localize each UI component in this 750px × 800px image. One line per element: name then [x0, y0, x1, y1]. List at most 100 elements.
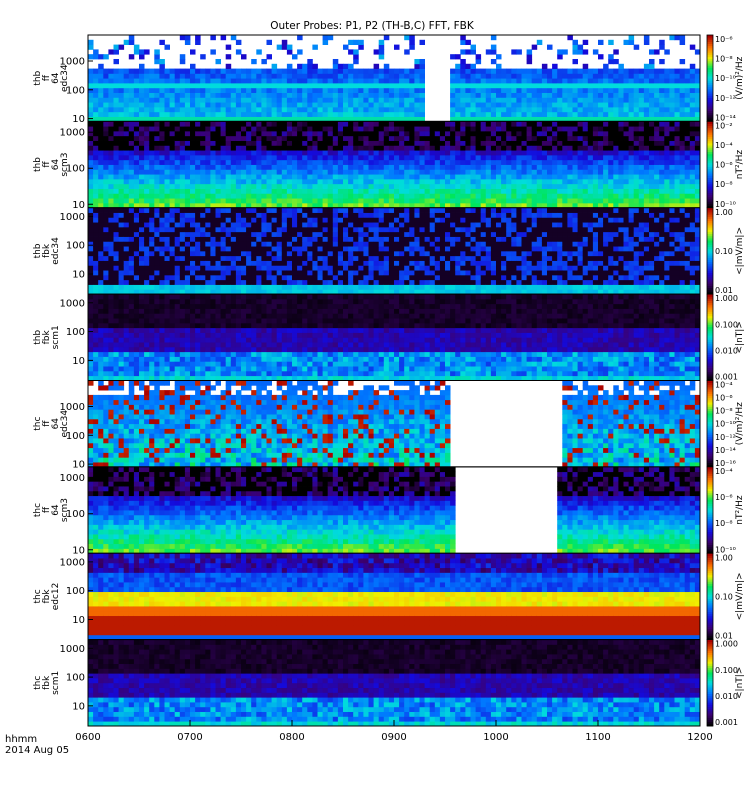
spectrogram-cell [251, 102, 257, 108]
spectrogram-cell [312, 87, 318, 93]
spectrogram-cell [256, 164, 262, 170]
spectrogram-cell [649, 159, 655, 165]
spectrogram-cell [251, 150, 257, 156]
spectrogram-cell [608, 111, 614, 117]
spectrogram-cell [480, 140, 487, 146]
spectrogram-cell [383, 145, 390, 151]
spectrogram-cell [383, 126, 390, 132]
spectrogram-cell [643, 183, 650, 189]
spectrogram-cell [490, 106, 497, 113]
spectrogram-cell [475, 106, 482, 113]
spectrogram-cell [628, 159, 635, 165]
spectrogram-cell [159, 207, 165, 213]
spectrogram-cell [159, 73, 165, 79]
spectrogram-cell [353, 193, 359, 199]
spectrogram-cell [572, 126, 578, 132]
spectrogram-cell [169, 226, 176, 233]
spectrogram-cell [139, 130, 145, 137]
spectrogram-cell [572, 183, 578, 189]
spectrogram-cell [353, 82, 359, 89]
spectrogram-cell [470, 73, 476, 79]
spectrogram-cell [439, 140, 446, 146]
spectrogram-cell [195, 164, 201, 170]
spectrogram-cell [383, 255, 390, 261]
spectrogram-cell [394, 154, 400, 161]
spectrogram-cell [567, 145, 573, 151]
spectrogram-cell [113, 126, 119, 132]
spectrogram-cell [485, 159, 492, 165]
spectrogram-cell [292, 246, 298, 252]
spectrogram-cell [103, 270, 109, 276]
spectrogram-cell [128, 126, 135, 132]
spectrogram-cell [235, 169, 242, 175]
spectrogram-cell [628, 145, 635, 151]
spectrogram-cell [562, 106, 568, 113]
spectrogram-cell [501, 174, 507, 180]
spectrogram-cell [526, 121, 533, 127]
spectrogram-cell [643, 188, 650, 194]
spectrogram-cell [511, 106, 517, 113]
spectrogram-cell [241, 121, 247, 127]
spectrogram-cell [118, 92, 125, 98]
spectrogram-cell [562, 145, 568, 151]
spectrogram-cell [103, 111, 109, 117]
spectrogram-cell [526, 106, 533, 113]
spectrogram-cell [174, 183, 181, 189]
spectrogram-cell [511, 126, 517, 132]
spectrogram-cell [455, 164, 461, 170]
spectrogram-cell [669, 126, 675, 132]
spectrogram-cell [348, 135, 354, 141]
spectrogram-cell [225, 121, 232, 127]
spectrogram-cell [455, 73, 461, 79]
spectrogram-cell [404, 135, 410, 141]
spectrogram-cell [368, 250, 374, 257]
spectrogram-cell [133, 169, 140, 175]
spectrogram-cell [531, 130, 538, 137]
spectrogram-cell [592, 97, 599, 103]
spectrogram-cell [108, 217, 114, 223]
spectrogram-cell [419, 39, 425, 45]
spectrogram-cell [592, 87, 599, 93]
spectrogram-cell [337, 183, 344, 189]
spectrogram-cell [378, 159, 385, 165]
spectrogram-cell [516, 154, 522, 161]
spectrogram-cell [327, 140, 334, 146]
spectrogram-cell [246, 241, 252, 247]
spectrogram-cell [465, 164, 471, 170]
spectrogram-cell [93, 241, 99, 247]
spectrogram-cell [592, 126, 599, 132]
spectrogram-cell [251, 92, 257, 98]
spectrogram-cell [230, 212, 237, 218]
spectrogram-cell [557, 121, 563, 127]
spectrogram-cell [307, 246, 313, 252]
spectrogram-cell [276, 68, 283, 74]
spectrogram-cell [241, 97, 247, 103]
spectrogram-cell [608, 68, 614, 74]
spectrogram-cell [450, 159, 456, 165]
spectrogram-cell [205, 270, 211, 276]
spectrogram-cell [123, 265, 130, 271]
spectrogram-cell [439, 255, 446, 261]
spectrogram-cell [378, 92, 385, 98]
spectrogram-cell [445, 140, 451, 146]
spectrogram-cell [297, 217, 303, 223]
spectrogram-cell [399, 73, 405, 79]
spectrogram-cell [123, 212, 130, 218]
spectrogram-cell [490, 164, 497, 170]
spectrogram-cell [455, 87, 461, 93]
spectrogram-cell [235, 178, 242, 185]
spectrogram-cell [465, 87, 471, 93]
spectrogram-cell [246, 236, 252, 242]
spectrogram-cell [230, 207, 237, 213]
spectrogram-cell [98, 111, 104, 117]
spectrogram-cell [215, 68, 221, 74]
spectrogram-cell [169, 274, 176, 281]
spectrogram-cell [358, 87, 364, 93]
spectrogram-cell [638, 97, 645, 103]
spectrogram-cell [353, 241, 359, 247]
spectrogram-cell [292, 231, 298, 237]
spectrogram-cell [552, 154, 558, 161]
spectrogram-cell [123, 183, 130, 189]
spectrogram-cell [363, 135, 369, 141]
spectrogram-cell [531, 193, 538, 199]
